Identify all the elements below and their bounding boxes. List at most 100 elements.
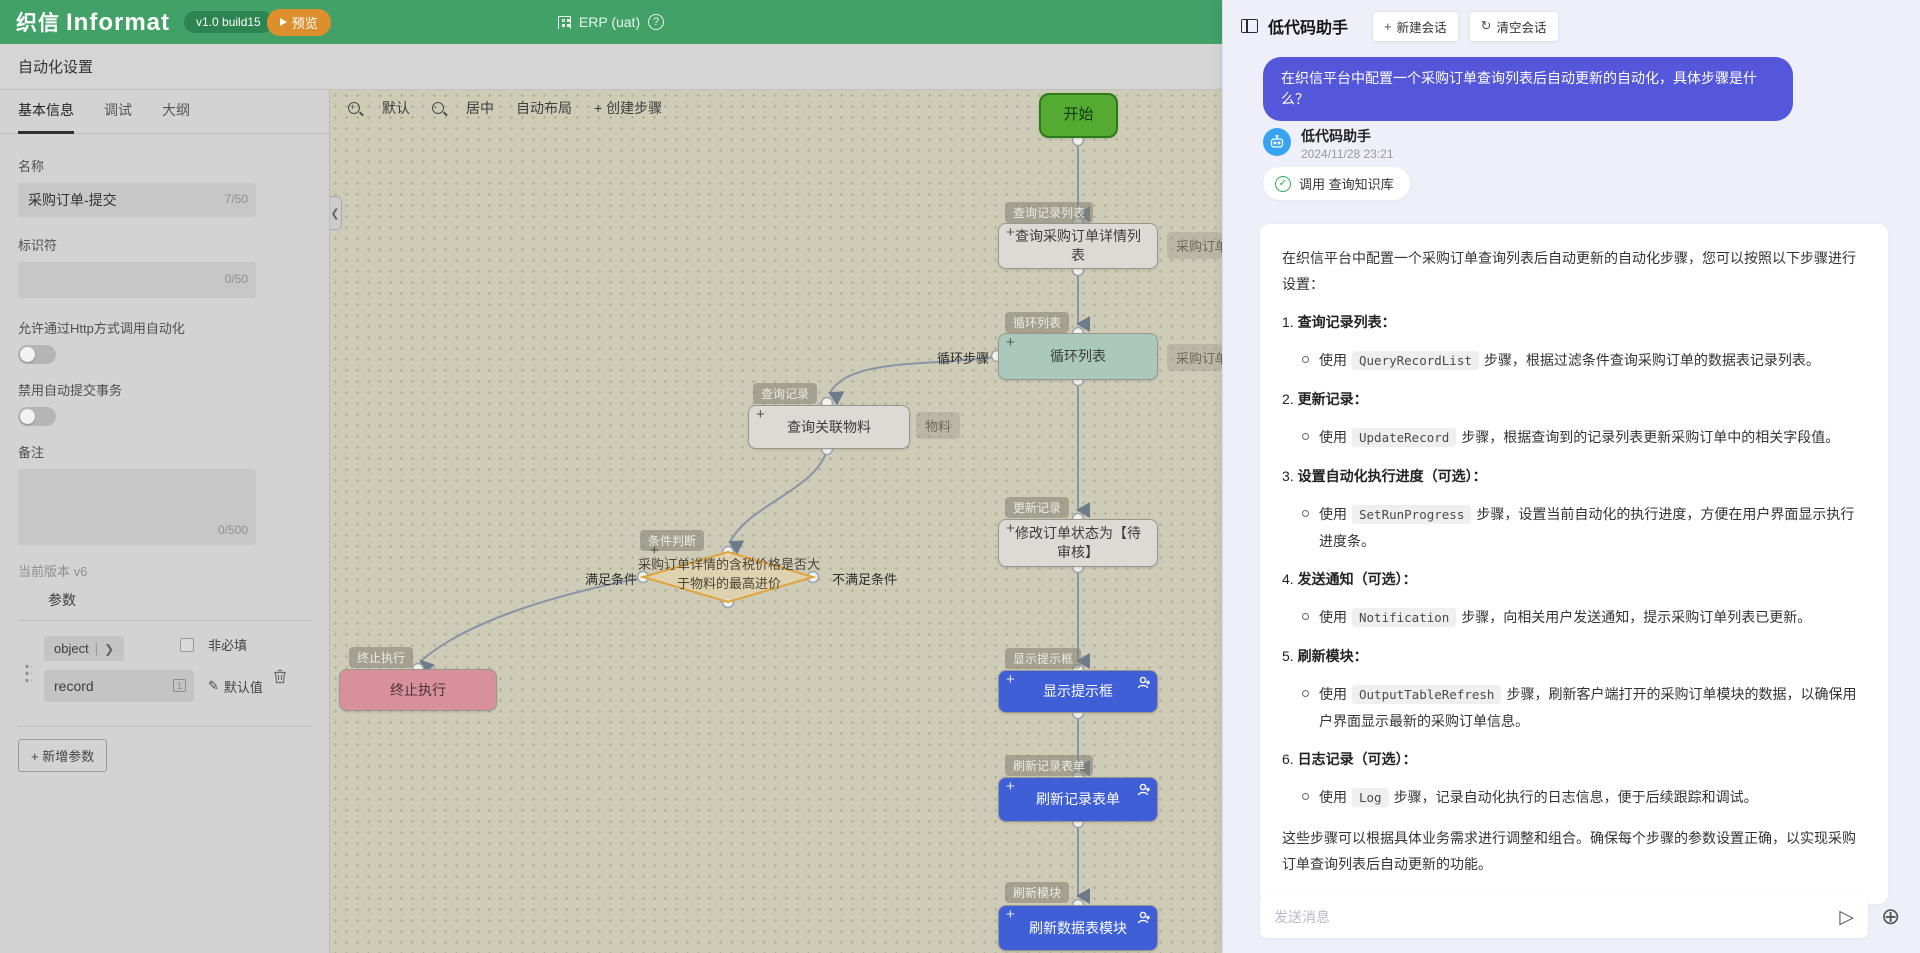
help-icon[interactable]: ?: [648, 14, 664, 30]
auto-layout-button[interactable]: 自动布局: [516, 98, 572, 118]
param-row: object|❯ 非必填 record 1 ✎默认值: [18, 627, 311, 720]
step-type-badge: 刷新模块: [1005, 882, 1069, 903]
optional-checkbox-group[interactable]: 非必填: [180, 635, 247, 654]
param-name-input[interactable]: record 1: [44, 670, 194, 702]
attach-plus-icon[interactable]: ⊕: [1881, 905, 1900, 928]
chevron-right-icon: ❯: [104, 642, 114, 656]
tool-call-chip[interactable]: ✓ 调用 查询知识库: [1263, 167, 1410, 200]
flow-node-start[interactable]: 开始: [1039, 93, 1118, 138]
add-step-icon[interactable]: +: [1006, 673, 1015, 687]
answer-block: 2. 更新记录：: [1282, 389, 1866, 409]
loop-step-label: 循环步骤: [937, 348, 989, 367]
answer-block: 3. 设置自动化执行进度（可选）：: [1282, 466, 1866, 486]
record-pill: 采购订单详情: [1167, 344, 1222, 371]
answer-block: 这些步骤可以根据具体业务需求进行调整和组合。确保每个步骤的参数设置正确，以实现采…: [1282, 825, 1866, 877]
robot-avatar-icon: [1263, 128, 1291, 156]
bullet-circle-icon: [1302, 510, 1309, 517]
plus-icon: +: [1384, 19, 1392, 34]
version-badge: v1.0 build15: [184, 11, 273, 33]
step-type-badge: 显示提示框: [1005, 648, 1081, 669]
check-circle-icon: ✓: [1275, 176, 1291, 192]
user-message: 在织信平台中配置一个采购订单查询列表后自动更新的自动化，具体步骤是什么？: [1263, 57, 1793, 121]
tab-basic-info[interactable]: 基本信息: [18, 90, 74, 134]
flow-node-prompt[interactable]: + 显示提示框: [998, 670, 1158, 713]
sidebar-collapse-handle[interactable]: ❮: [330, 196, 342, 230]
flow-canvas[interactable]: + 默认 - 居中 自动布局 + 创建步骤 ❮ 开始 查询记录列表 + 查询采购…: [330, 90, 1222, 953]
zoom-out-button[interactable]: -: [432, 102, 444, 114]
assign-user-icon: [1137, 910, 1151, 929]
answer-block: 使用Notification步骤，向相关用户发送通知，提示采购订单列表已更新。: [1302, 604, 1866, 631]
add-step-icon[interactable]: +: [1006, 226, 1015, 240]
zoom-out-icon: -: [432, 102, 444, 114]
divider: [18, 620, 312, 621]
flow-node-refresh-module[interactable]: + 刷新数据表模块: [998, 905, 1158, 951]
param-type-chip[interactable]: object|❯: [44, 636, 124, 661]
answer-block: 1. 查询记录列表：: [1282, 312, 1866, 332]
panel-toggle-icon[interactable]: [1241, 19, 1258, 33]
assistant-title: 低代码助手: [1268, 14, 1348, 38]
add-step-icon[interactable]: +: [1006, 522, 1015, 536]
identifier-input[interactable]: 0/50: [18, 262, 256, 298]
material-pill: 物料: [916, 412, 960, 439]
assistant-panel: 低代码助手 +新建会话 ↻清空会话 在织信平台中配置一个采购订单查询列表后自动更…: [1222, 0, 1920, 953]
flow-node-refresh-form[interactable]: + 刷新记录表单: [998, 777, 1158, 822]
building-icon: [558, 16, 571, 29]
assistant-name: 低代码助手: [1301, 128, 1394, 145]
params-title: 参数: [48, 590, 311, 610]
settings-sidebar: 基本信息 调试 大纲 名称 采购订单-提交 7/50 标识符 0/50 允许通过…: [0, 90, 330, 953]
sidebar-tabs: 基本信息 调试 大纲: [0, 90, 329, 134]
optional-checkbox[interactable]: [180, 638, 194, 652]
remark-counter: 0/500: [218, 523, 248, 537]
chat-input-bar[interactable]: ▷: [1260, 896, 1868, 938]
zoom-in-button[interactable]: +: [348, 102, 360, 114]
add-step-icon[interactable]: +: [1006, 908, 1015, 922]
tab-debug[interactable]: 调试: [104, 90, 132, 134]
tab-outline[interactable]: 大纲: [162, 90, 190, 134]
assistant-header: 低代码助手 +新建会话 ↻清空会话: [1223, 0, 1920, 52]
condition-no-label: 不满足条件: [832, 569, 897, 588]
assign-user-icon: [1137, 675, 1151, 694]
flow-node-update[interactable]: + 修改订单状态为【待审核】: [998, 519, 1158, 567]
name-label: 名称: [18, 156, 311, 175]
step-type-badge: 查询记录: [753, 383, 817, 404]
create-step-button[interactable]: + 创建步骤: [594, 98, 662, 118]
add-step-icon[interactable]: +: [756, 408, 765, 422]
autocommit-toggle[interactable]: [18, 407, 56, 426]
message-input[interactable]: [1274, 909, 1831, 925]
play-icon: [280, 18, 287, 26]
answer-block: 使用QueryRecordList步骤，根据过滤条件查询采购订单的数据表记录列表…: [1302, 347, 1866, 374]
clear-session-button[interactable]: ↻清空会话: [1469, 11, 1559, 42]
remark-textarea[interactable]: 0/500: [18, 469, 256, 545]
drag-handle-icon[interactable]: [24, 663, 32, 683]
autocommit-label: 禁用自动提交事务: [18, 380, 311, 399]
default-value-button[interactable]: ✎默认值: [208, 677, 263, 696]
flow-node-terminate[interactable]: 终止执行: [339, 669, 497, 711]
answer-block: 使用SetRunProgress步骤，设置当前自动化的执行进度，方便在用户界面显…: [1302, 501, 1866, 554]
new-session-button[interactable]: +新建会话: [1372, 11, 1459, 42]
step-type-badge: 终止执行: [349, 647, 413, 668]
answer-block: 5. 刷新模块：: [1282, 646, 1866, 666]
condition-yes-label: 满足条件: [585, 569, 637, 588]
send-icon[interactable]: ▷: [1839, 906, 1854, 929]
current-version: 当前版本 v6: [18, 561, 311, 580]
preview-button[interactable]: 预览: [267, 9, 331, 36]
identifier-label: 标识符: [18, 235, 311, 254]
zoom-reset-button[interactable]: 默认: [382, 98, 410, 118]
center-button[interactable]: 居中: [466, 98, 494, 118]
add-step-icon[interactable]: +: [1006, 336, 1015, 350]
add-step-icon[interactable]: +: [1006, 780, 1015, 794]
add-param-button[interactable]: + 新增参数: [18, 739, 107, 772]
answer-block: 6. 日志记录（可选）：: [1282, 749, 1866, 769]
answer-block: 4. 发送通知（可选）：: [1282, 569, 1866, 589]
record-pill: 采购订单详情: [1167, 232, 1222, 259]
flow-node-condition[interactable]: 采购订单详情的含税价格是否大于物料的最高进价: [638, 556, 820, 594]
flow-node-query-material[interactable]: + 查询关联物料: [748, 405, 910, 449]
name-input[interactable]: 采购订单-提交 7/50: [18, 183, 256, 217]
delete-param-icon[interactable]: [273, 669, 287, 689]
http-toggle[interactable]: [18, 345, 56, 364]
answer-card: 在织信平台中配置一个采购订单查询列表后自动更新的自动化步骤，您可以按照以下步骤进…: [1260, 224, 1888, 904]
flow-node-loop[interactable]: + 循环列表: [998, 333, 1158, 380]
flow-node-query-list[interactable]: + 查询采购订单详情列表: [998, 223, 1158, 269]
assign-user-icon: [1137, 782, 1151, 801]
answer-block: 使用OutputTableRefresh步骤，刷新客户端打开的采购订单模块的数据…: [1302, 681, 1866, 734]
